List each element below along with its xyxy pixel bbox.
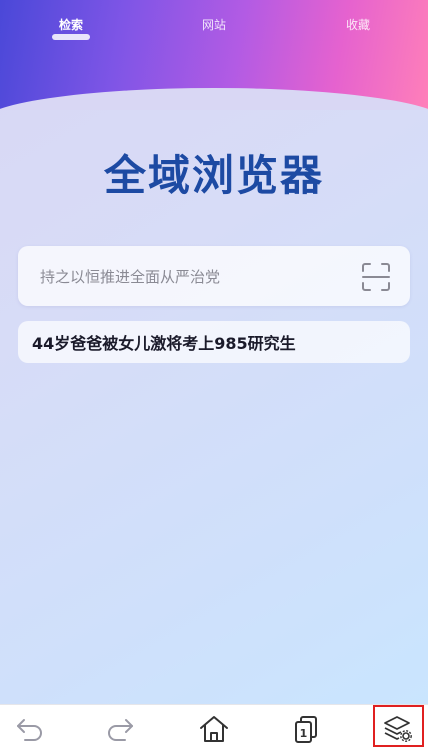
- bottom-nav-bar: 1: [0, 704, 428, 751]
- back-button[interactable]: [14, 713, 46, 745]
- hot-search-item[interactable]: 44岁爸爸被女儿激将考上985研究生: [18, 321, 410, 363]
- search-input[interactable]: [38, 246, 342, 308]
- header-banner: 检索 网站 收藏: [0, 0, 428, 110]
- home-button[interactable]: [198, 713, 230, 745]
- forward-button[interactable]: [104, 713, 136, 745]
- tab-search[interactable]: 检索: [59, 16, 83, 33]
- app-title: 全域浏览器: [103, 151, 324, 200]
- back-icon: [17, 719, 42, 741]
- tab-count: 1: [300, 727, 308, 740]
- highlight-box: [373, 705, 424, 747]
- top-tabs: 检索 网站 收藏: [0, 0, 428, 50]
- search-box[interactable]: [18, 246, 410, 308]
- tab-websites[interactable]: 网站: [202, 16, 226, 33]
- hot-search-text: 44岁爸爸被女儿激将考上985研究生: [32, 334, 296, 353]
- tabs-button[interactable]: 1: [290, 713, 322, 745]
- tabs-icon: 1: [295, 716, 317, 743]
- forward-icon: [108, 719, 133, 741]
- active-tab-indicator: [52, 34, 90, 40]
- home-icon: [200, 716, 228, 742]
- tab-favorites[interactable]: 收藏: [346, 16, 370, 33]
- scan-icon[interactable]: [360, 261, 392, 293]
